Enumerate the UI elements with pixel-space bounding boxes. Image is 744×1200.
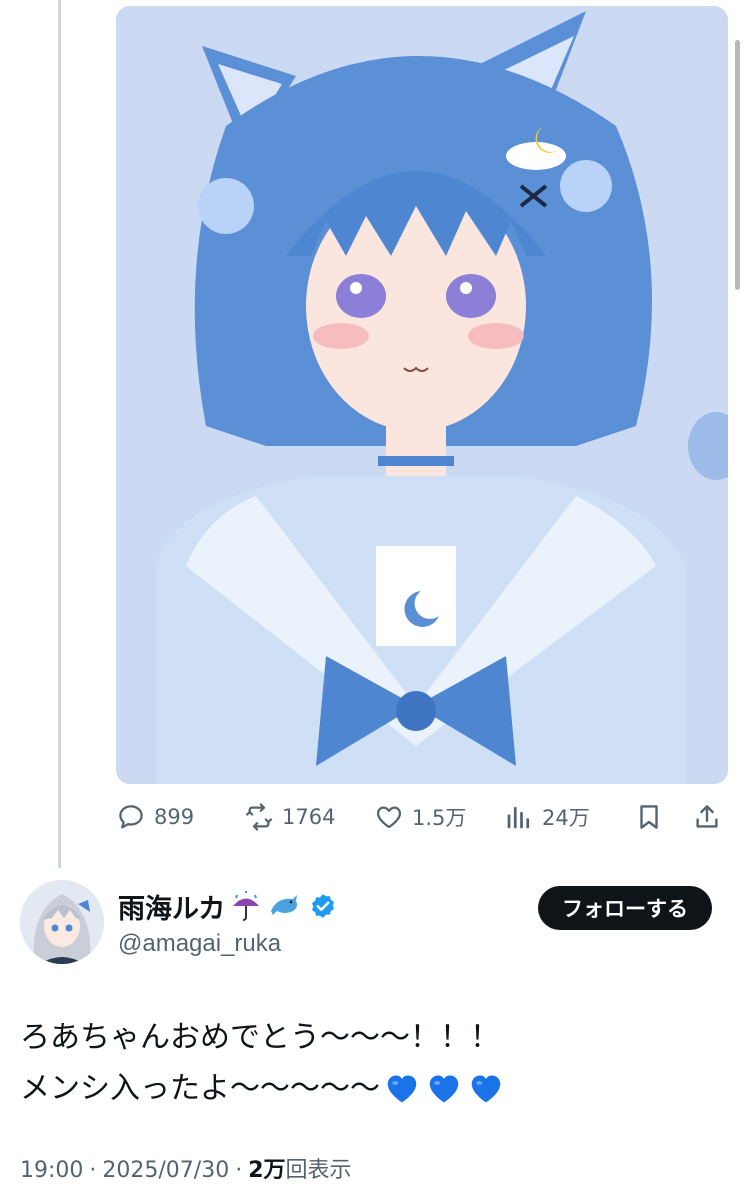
tweet-author: 雨海ルカ @amagai_ruka フォローする (20, 880, 724, 970)
bookmark-button[interactable] (634, 796, 664, 838)
display-name-text: 雨海ルカ (118, 893, 226, 924)
avatar-image (20, 880, 104, 964)
reply-button[interactable]: 899 (116, 796, 194, 838)
share-icon (696, 805, 718, 828)
views-summary[interactable]: 2万回表示 (248, 1152, 351, 1184)
like-button[interactable]: 1.5万 (374, 796, 466, 838)
view-count: 24万 (542, 806, 590, 830)
author-handle[interactable]: @amagai_ruka (118, 930, 337, 958)
verified-badge-icon (312, 894, 335, 918)
umbrella-rain-emoji-icon (229, 889, 263, 923)
reply-count: 899 (154, 805, 195, 829)
share-button[interactable] (692, 796, 722, 838)
analytics-icon (507, 806, 530, 829)
reply-icon (119, 805, 143, 829)
retweet-count: 1764 (282, 805, 336, 829)
meta-separator: · (89, 1158, 97, 1183)
dolphin-emoji-icon (267, 889, 301, 923)
like-count: 1.5万 (412, 806, 467, 830)
meta-separator: · (235, 1158, 243, 1183)
tweet-text-line-1: ろあちゃんおめでとう〜〜〜！！！ (20, 1020, 500, 1055)
bookmark-icon (640, 805, 658, 829)
author-display-name[interactable]: 雨海ルカ (118, 888, 337, 924)
tweet-action-bar: 899 1764 1.5万 24万 (116, 796, 728, 838)
tweet-media-image[interactable] (116, 6, 728, 784)
author-names: 雨海ルカ @amagai_ruka (118, 888, 337, 958)
retweet-button[interactable]: 1764 (244, 796, 335, 838)
avatar[interactable] (20, 880, 104, 964)
tweet-date[interactable]: 2025/07/30 (102, 1158, 229, 1183)
views-button[interactable]: 24万 (504, 796, 590, 838)
views-label: 回表示 (285, 1158, 352, 1183)
blue-heart-emoji-icon (384, 1071, 420, 1107)
blue-hearts (384, 1071, 504, 1107)
tweet-meta: 19:00 · 2025/07/30 · 2万回表示 (20, 1152, 352, 1184)
blue-heart-emoji-icon (468, 1071, 504, 1107)
heart-icon (376, 806, 402, 829)
tweet-text: ろあちゃんおめでとう〜〜〜！！！ メンシ入ったよ〜〜〜〜〜 (20, 1012, 724, 1114)
views-count: 2万 (248, 1158, 286, 1183)
scrollbar[interactable] (735, 40, 740, 290)
thread-connector-line (58, 0, 61, 868)
follow-button[interactable]: フォローする (538, 886, 712, 930)
tweet-text-line-2-text: メンシ入ったよ〜〜〜〜〜 (20, 1071, 380, 1106)
retweet-icon (246, 803, 272, 831)
tweet-time[interactable]: 19:00 (20, 1158, 83, 1183)
anime-illustration (116, 6, 728, 784)
tweet-text-line-2: メンシ入ったよ〜〜〜〜〜 (20, 1063, 724, 1114)
blue-heart-emoji-icon (426, 1071, 462, 1107)
